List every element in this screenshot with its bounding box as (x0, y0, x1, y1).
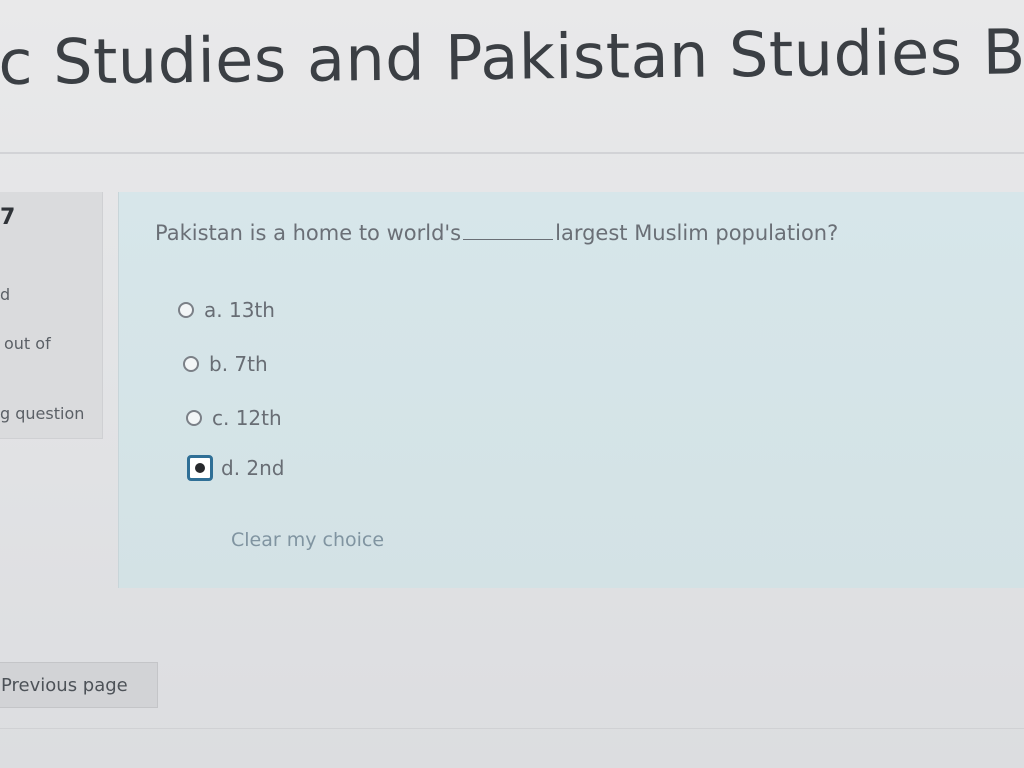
radio-button-icon[interactable] (178, 302, 194, 318)
title-divider (0, 152, 1024, 154)
footer-divider (0, 728, 1024, 729)
radio-button-icon[interactable] (186, 410, 202, 426)
option-b-label: b. 7th (209, 352, 268, 376)
radio-button-icon[interactable] (183, 356, 199, 372)
question-marks: out of (4, 334, 51, 353)
question-blank (463, 239, 554, 240)
question-number: 7 (0, 205, 16, 230)
clear-choice-link[interactable]: Clear my choice (231, 529, 384, 551)
option-a-label: a. 13th (204, 298, 275, 322)
option-c[interactable]: c. 12th (186, 406, 282, 430)
option-a[interactable]: a. 13th (178, 298, 275, 322)
radio-button-selected-icon[interactable] (187, 455, 213, 481)
flag-question-link[interactable]: g question (0, 404, 84, 423)
question-text: Pakistan is a home to world's largest Mus… (155, 221, 838, 245)
question-status: d (0, 285, 11, 304)
question-text-after: largest Muslim population? (555, 221, 839, 245)
option-b[interactable]: b. 7th (183, 352, 268, 376)
option-d[interactable]: d. 2nd (187, 455, 285, 481)
option-d-label: d. 2nd (221, 456, 285, 480)
previous-page-button[interactable]: Previous page (0, 662, 158, 708)
question-info-panel (0, 192, 103, 439)
option-c-label: c. 12th (212, 406, 282, 430)
question-text-before: Pakistan is a home to world's (155, 221, 462, 245)
course-title: c Studies and Pakistan Studies BCSF18A (0, 12, 1024, 99)
